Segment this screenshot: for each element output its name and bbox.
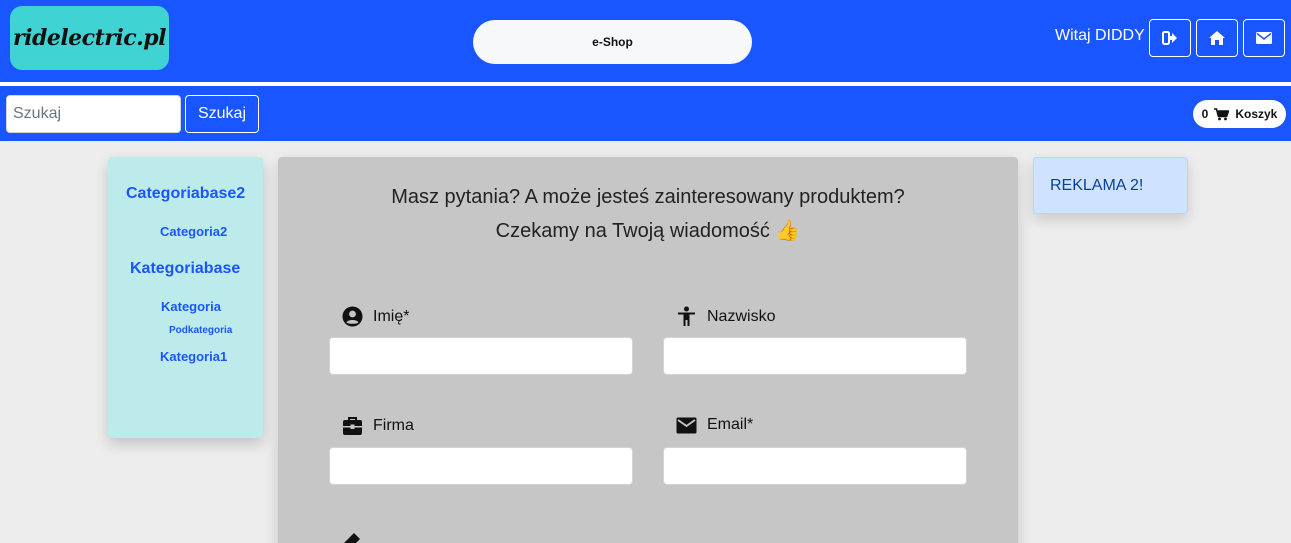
last-name-label-text: Nazwisko [707, 307, 776, 325]
company-label: Firma [342, 416, 414, 436]
last-name-input[interactable] [663, 337, 967, 375]
email-input[interactable] [663, 447, 967, 485]
sidebar-item-categoria2[interactable]: Categoria2 [160, 224, 227, 239]
logo-text: ridelectric.pl [13, 25, 166, 51]
cart-count: 0 [1201, 107, 1209, 121]
envelope-icon [676, 417, 697, 433]
search-input[interactable] [6, 95, 181, 133]
sidebar-item-kategoriabase[interactable]: Kategoriabase [130, 260, 240, 278]
home-button[interactable] [1196, 19, 1238, 57]
pencil-icon [344, 533, 360, 543]
eshop-label[interactable]: e-Shop [473, 20, 752, 64]
logout-icon [1162, 31, 1177, 45]
cart-label: Koszyk [1235, 107, 1278, 121]
ad-banner[interactable]: REKLAMA 2! [1033, 157, 1188, 214]
sidebar-item-podkategoria[interactable]: Podkategoria [169, 325, 232, 336]
contact-panel: Masz pytania? A może jesteś zainteresowa… [278, 157, 1018, 543]
welcome-text: Witaj DIDDY [1055, 27, 1145, 44]
home-icon [1209, 31, 1225, 45]
company-input[interactable] [329, 447, 633, 485]
sidebar-item-categoriabase2[interactable]: Categoriabase2 [126, 185, 245, 203]
sidebar-item-kategoria1[interactable]: Kategoria1 [160, 349, 227, 364]
first-name-input[interactable] [329, 337, 633, 375]
email-label-text: Email* [707, 416, 754, 433]
person-icon [678, 306, 695, 326]
cart-icon [1214, 107, 1230, 120]
company-label-text: Firma [373, 417, 414, 434]
sidebar-item-kategoria[interactable]: Kategoria [161, 299, 221, 314]
logout-button[interactable] [1149, 19, 1191, 57]
first-name-label: Imię* [342, 306, 409, 327]
logo[interactable]: ridelectric.pl [10, 6, 169, 70]
user-circle-icon [342, 306, 363, 327]
contact-headline: Masz pytania? A może jesteś zainteresowa… [391, 186, 905, 208]
email-label: Email* [676, 416, 753, 434]
cart-button[interactable]: 0 Koszyk [1193, 100, 1286, 128]
last-name-label: Nazwisko [676, 306, 775, 327]
contact-button[interactable] [1243, 19, 1285, 57]
search-button[interactable]: Szukaj [185, 95, 259, 133]
category-sidebar: Categoriabase2 Categoria2 Kategoriabase … [108, 157, 263, 438]
first-name-label-text: Imię* [373, 307, 410, 325]
contact-subheadline: Czekamy na Twoją wiadomość 👍 [495, 220, 801, 242]
briefcase-icon [343, 417, 362, 435]
envelope-icon [1256, 32, 1272, 44]
